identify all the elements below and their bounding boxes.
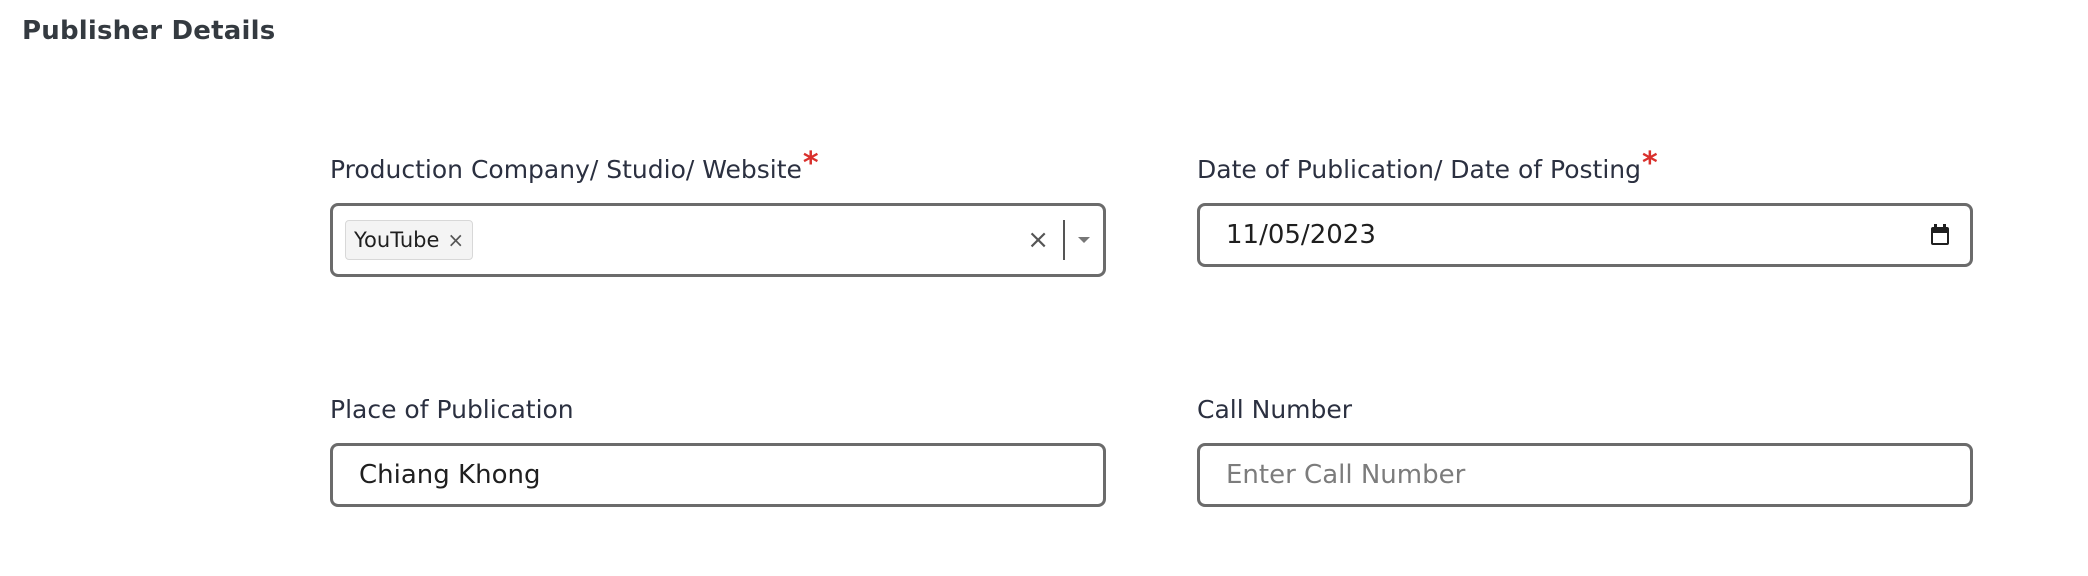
- date-of-publication-field: Date of Publication/ Date of Posting* 11…: [1197, 147, 1973, 267]
- place-of-publication-box: [330, 443, 1106, 507]
- clear-selection-icon[interactable]: ×: [1027, 225, 1049, 255]
- call-number-input[interactable]: [1200, 446, 1970, 504]
- tag-label: YouTube: [354, 228, 440, 252]
- place-of-publication-input[interactable]: [333, 446, 1103, 504]
- production-company-label: Production Company/ Studio/ Website: [330, 155, 802, 184]
- call-number-box: [1197, 443, 1973, 507]
- tag-remove-icon[interactable]: ×: [447, 228, 464, 252]
- calendar-icon[interactable]: [1910, 206, 1970, 264]
- place-of-publication-label: Place of Publication: [330, 395, 574, 424]
- production-company-label-row: Production Company/ Studio/ Website*: [330, 147, 1106, 187]
- required-indicator: *: [802, 146, 819, 181]
- section-title: Publisher Details: [22, 16, 276, 46]
- production-company-field: Production Company/ Studio/ Website* You…: [330, 147, 1106, 277]
- date-value: 11/05/2023: [1226, 220, 1376, 250]
- date-of-publication-input[interactable]: 11/05/2023: [1197, 203, 1973, 267]
- required-indicator: *: [1642, 146, 1658, 181]
- date-of-publication-label: Date of Publication/ Date of Posting: [1197, 155, 1642, 184]
- publisher-details-page: Publisher Details Production Company/ St…: [0, 0, 2088, 576]
- production-company-select[interactable]: YouTube × ×: [330, 203, 1106, 277]
- place-of-publication-field: Place of Publication: [330, 393, 1106, 507]
- selected-tag-youtube: YouTube ×: [345, 220, 474, 260]
- call-number-label: Call Number: [1197, 395, 1353, 424]
- call-number-field: Call Number: [1197, 393, 1973, 507]
- date-of-publication-label-row: Date of Publication/ Date of Posting*: [1197, 147, 1973, 187]
- chevron-down-icon[interactable]: [1065, 206, 1103, 274]
